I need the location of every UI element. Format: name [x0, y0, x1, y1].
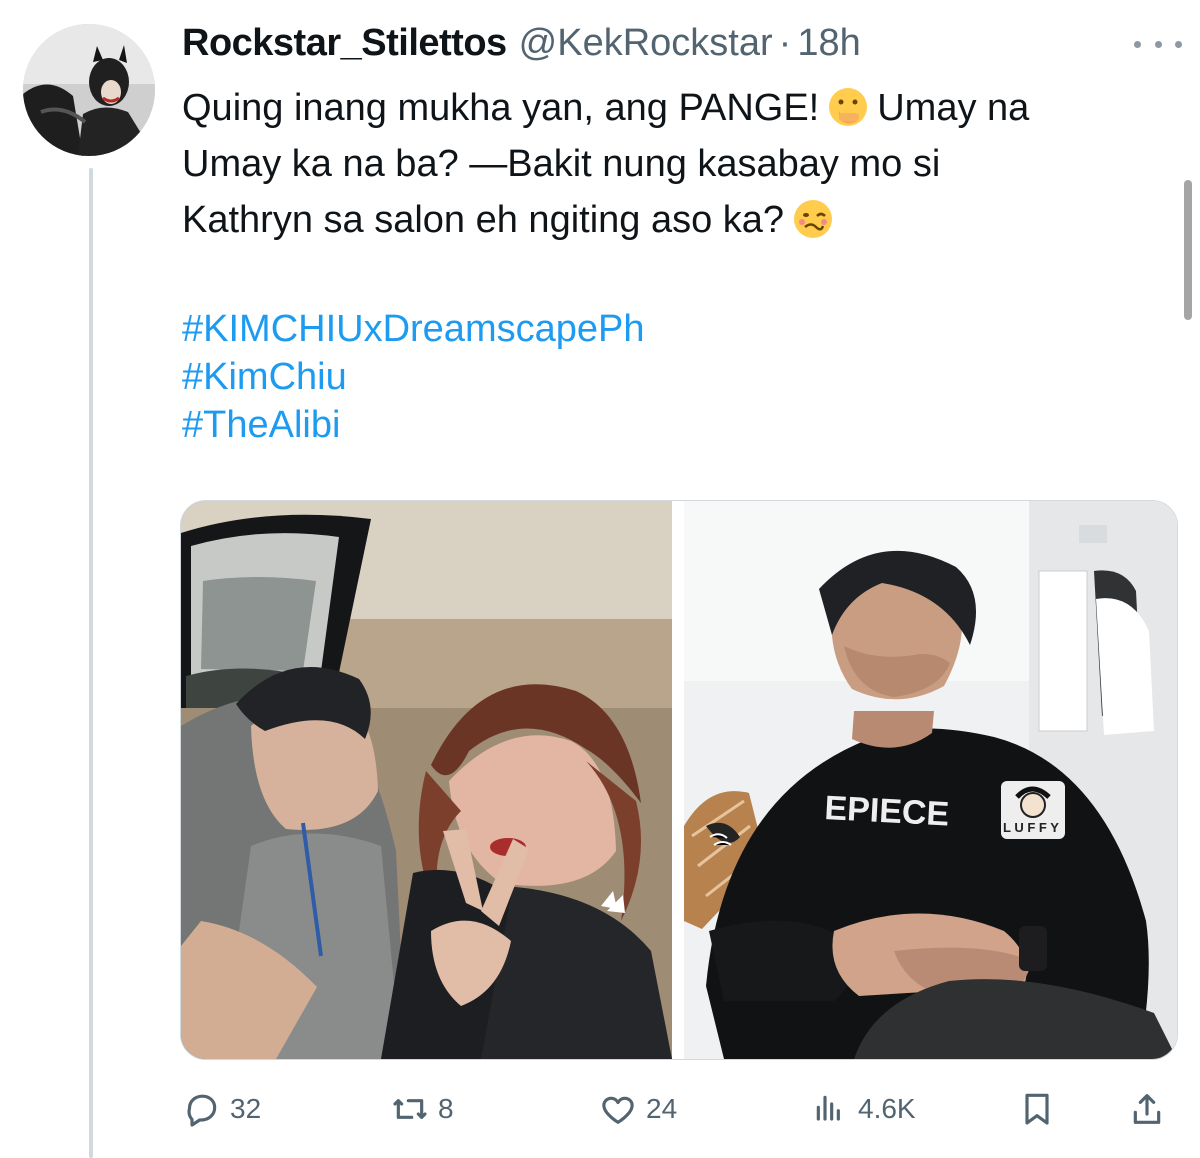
like-button[interactable]: 24 [598, 1085, 677, 1133]
user-handle[interactable]: @KekRockstar [519, 22, 773, 65]
face-with-hand-over-mouth-emoji [829, 88, 868, 126]
retweet-icon [393, 1099, 427, 1119]
tweet-actions: 32 8 24 4.6K [182, 1085, 1172, 1133]
tweet-header: Rockstar_Stilettos @KekRockstar · 18h [182, 22, 1130, 70]
hashtag-link[interactable]: #TheAlibi [182, 401, 644, 449]
views-count: 4.6K [858, 1093, 916, 1124]
photo-left[interactable] [181, 501, 672, 1059]
avatar[interactable] [23, 24, 155, 156]
tweet-text: Quing inang mukha yan, ang PANGE! Umay n… [182, 80, 1182, 248]
photo-right[interactable]: L U F F Y EPIECE [684, 501, 1177, 1059]
shirt-printed-text: EPIECE [824, 789, 951, 833]
tweet-text-line1-b: Umay na [877, 87, 1030, 129]
more-options-icon [1134, 40, 1141, 48]
more-options-button[interactable] [1134, 32, 1182, 56]
tweet-text-line3: Kathryn sa salon eh ngiting aso ka? [182, 199, 785, 241]
views-chart-icon [816, 1095, 840, 1121]
tweet-text-line1-a: Quing inang mukha yan, ang PANGE! [182, 87, 820, 129]
views-button[interactable]: 4.6K [810, 1085, 916, 1133]
reply-button[interactable]: 32 [182, 1085, 261, 1133]
timestamp[interactable]: 18h [797, 22, 860, 65]
scrollbar[interactable] [1184, 180, 1192, 320]
media-grid: L U F F Y EPIECE [180, 500, 1178, 1060]
share-icon [1133, 1094, 1161, 1124]
bookmark-icon [1025, 1093, 1049, 1125]
separator-dot: · [778, 22, 792, 64]
thread-connector-line [89, 168, 93, 1158]
share-button[interactable] [1127, 1085, 1167, 1133]
avatar-image [23, 24, 155, 156]
retweet-count: 8 [438, 1093, 454, 1124]
tweet-text-line2: Umay ka na ba? —Bakit nung kasabay mo si [182, 143, 941, 185]
hashtag-list: #KIMCHIUxDreamscapePh #KimChiu #TheAlibi [182, 305, 644, 449]
bookmark-button[interactable] [1017, 1085, 1057, 1133]
svg-text:L U F F Y: L U F F Y [1003, 820, 1059, 835]
hashtag-link[interactable]: #KIMCHIUxDreamscapePh [182, 305, 644, 353]
hashtag-link[interactable]: #KimChiu [182, 353, 644, 401]
reply-icon [187, 1094, 217, 1127]
display-name[interactable]: Rockstar_Stilettos [182, 22, 507, 65]
retweet-button[interactable]: 8 [390, 1085, 454, 1133]
woozy-face-emoji [794, 200, 833, 238]
like-count: 24 [646, 1093, 678, 1124]
heart-icon [602, 1096, 634, 1124]
reply-count: 32 [230, 1093, 262, 1124]
